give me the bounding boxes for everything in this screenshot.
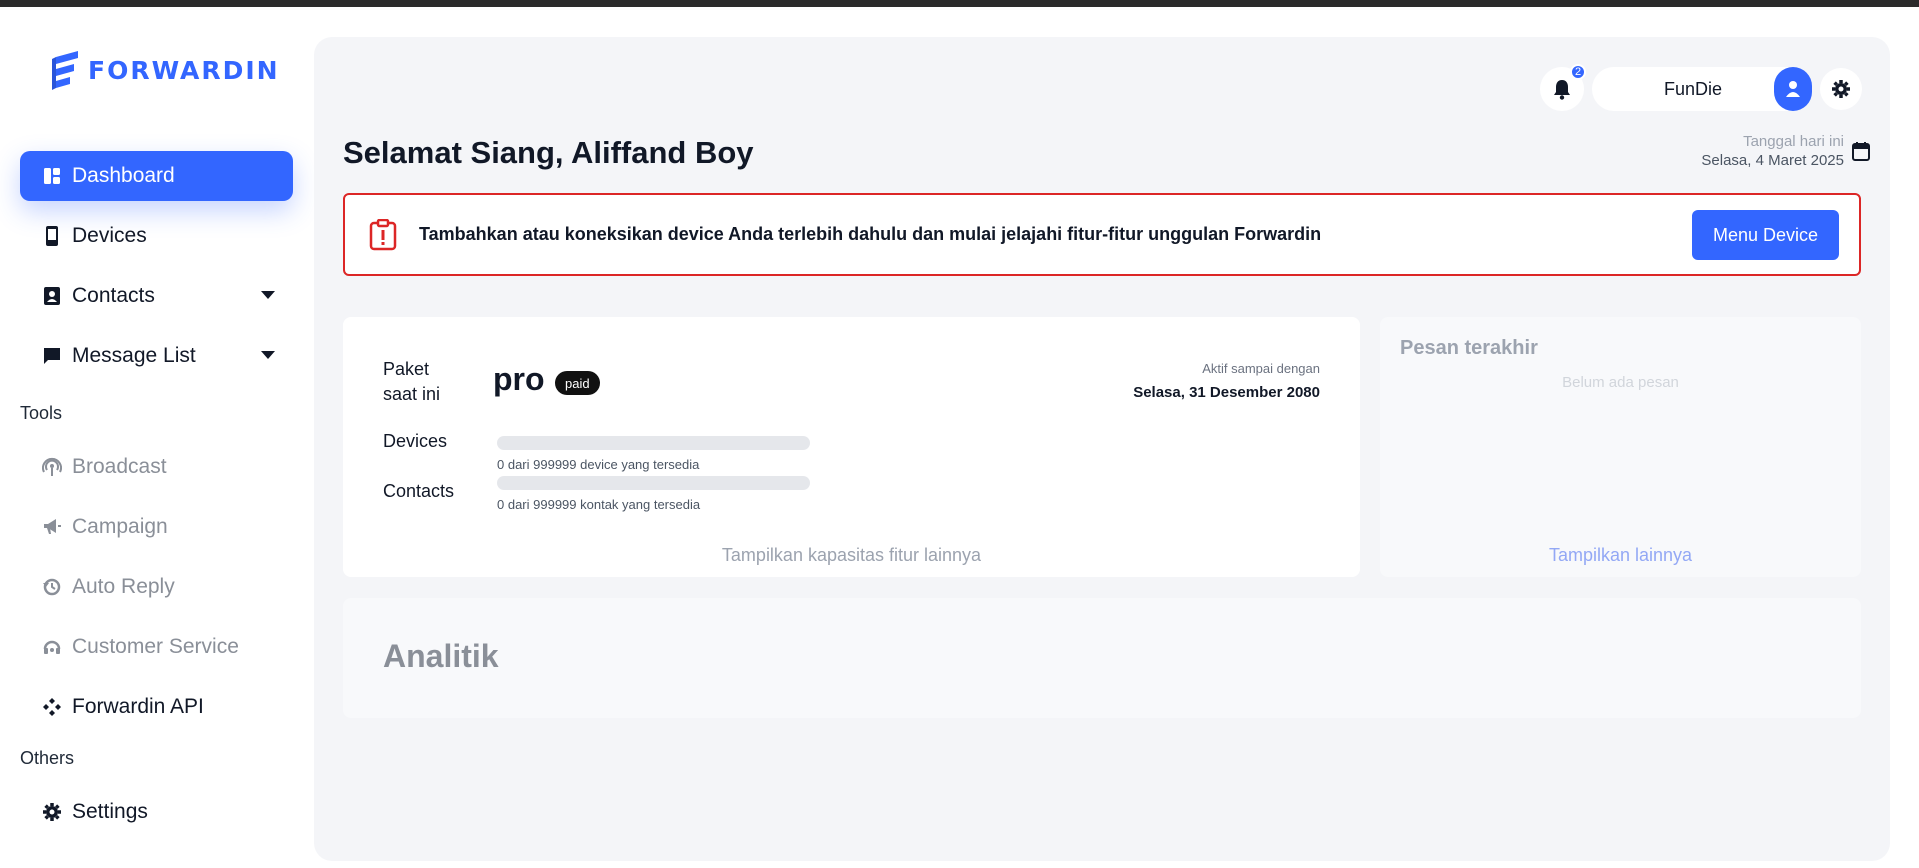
user-menu[interactable]: FunDie: [1592, 67, 1812, 111]
date-display: Tanggal hari ini Selasa, 4 Maret 2025: [1701, 133, 1870, 169]
sidebar-item-label: Customer Service: [72, 635, 239, 658]
contacts-usage-text: 0 dari 999999 kontak yang tersedia: [497, 497, 701, 512]
sidebar-item-dashboard[interactable]: Dashboard: [20, 151, 293, 201]
sidebar-item-label: Devices: [72, 224, 147, 247]
section-label-others: Others: [20, 748, 75, 768]
sidebar-item-devices[interactable]: Devices: [20, 211, 293, 261]
avatar[interactable]: [1774, 67, 1812, 111]
date-value: Selasa, 4 Maret 2025: [1701, 152, 1844, 169]
sidebar-item-contacts[interactable]: Contacts: [20, 271, 293, 321]
sidebar-item-campaign[interactable]: Campaign: [20, 502, 293, 552]
window-top-border: [0, 0, 1919, 7]
bell-icon: [1554, 80, 1570, 100]
main-content: 2 FunDie Selamat Siang, Aliffand Boy Tan…: [314, 37, 1890, 861]
sidebar-item-label: Auto Reply: [72, 575, 175, 598]
megaphone-icon: [42, 517, 62, 537]
show-more-capacity-link[interactable]: Tampilkan kapasitas fitur lainnya: [343, 545, 1360, 566]
sidebar-tools-nav: Broadcast Campaign Auto Reply Customer S…: [20, 442, 293, 742]
api-icon: [42, 697, 62, 717]
recent-messages-card: Pesan terakhir Belum ada pesan Tampilkan…: [1380, 317, 1861, 577]
gear-icon: [1832, 80, 1850, 98]
sidebar-item-message-list[interactable]: Message List: [20, 331, 293, 381]
devices-usage-text: 0 dari 999999 device yang tersedia: [497, 457, 700, 472]
sidebar-item-label: Settings: [72, 800, 148, 823]
active-until-label: Aktif sampai dengan: [1202, 361, 1320, 376]
analytics-card: Analitik: [343, 598, 1861, 718]
contacts-icon: [42, 286, 62, 306]
contacts-usage-label: Contacts: [383, 481, 455, 501]
sidebar-nav: Dashboard Devices Contacts Message List: [20, 151, 293, 391]
user-icon: [1786, 81, 1800, 97]
settings-button[interactable]: [1820, 68, 1862, 110]
notifications-button[interactable]: 2: [1540, 64, 1586, 111]
chevron-down-icon[interactable]: [261, 291, 275, 299]
sidebar-item-label: Contacts: [72, 284, 155, 307]
sidebar-item-label: Forwardin API: [72, 695, 204, 718]
phone-icon: [42, 226, 62, 246]
sidebar-item-settings[interactable]: Settings: [20, 787, 293, 837]
analytics-title: Analitik: [383, 638, 499, 674]
headset-icon: [42, 637, 62, 657]
chevron-down-icon[interactable]: [261, 351, 275, 359]
chat-icon: [42, 346, 62, 366]
calendar-icon[interactable]: [1852, 141, 1870, 161]
app-logo[interactable]: FORWARDIN: [50, 49, 280, 91]
sidebar-item-label: Dashboard: [72, 164, 175, 187]
sidebar-others-nav: Settings: [20, 787, 293, 847]
header-actions: 2 FunDie: [1540, 64, 1862, 111]
sidebar: FORWARDIN Dashboard Devices Contacts Mes…: [0, 7, 312, 868]
empty-messages-text: Belum ada pesan: [1562, 374, 1679, 391]
contacts-usage-bar: [497, 476, 810, 490]
gear-icon: [42, 802, 62, 822]
plan-card: Paket saat ini pro paid Aktif sampai den…: [343, 317, 1360, 577]
sidebar-item-auto-reply[interactable]: Auto Reply: [20, 562, 293, 612]
broadcast-icon: [42, 457, 62, 477]
date-label: Tanggal hari ini: [1743, 133, 1844, 150]
sidebar-item-customer-service[interactable]: Customer Service: [20, 622, 293, 672]
sidebar-item-broadcast[interactable]: Broadcast: [20, 442, 293, 492]
alert-message: Tambahkan atau koneksikan device Anda te…: [419, 224, 1322, 244]
plan-label: Paket saat ini: [383, 359, 441, 404]
active-until-date: Selasa, 31 Desember 2080: [1133, 384, 1320, 401]
alert-clipboard-icon: [369, 218, 397, 250]
dashboard-icon: [42, 166, 62, 186]
sidebar-item-label: Campaign: [72, 515, 168, 538]
alert-banner: Tambahkan atau koneksikan device Anda te…: [343, 193, 1861, 276]
plan-status-badge: paid: [555, 371, 600, 395]
page-title: Selamat Siang, Aliffand Boy: [343, 135, 754, 170]
username: FunDie: [1663, 78, 1723, 99]
sidebar-item-label: Broadcast: [72, 455, 167, 478]
auto-reply-icon: [42, 577, 62, 597]
menu-device-button[interactable]: Menu Device: [1692, 210, 1839, 260]
show-more-messages-link[interactable]: Tampilkan lainnya: [1380, 545, 1861, 566]
sidebar-item-forwardin-api[interactable]: Forwardin API: [20, 682, 293, 732]
plan-name: pro: [493, 361, 545, 397]
devices-usage-label: Devices: [383, 431, 448, 451]
logo-mark-icon: [52, 51, 78, 90]
devices-usage-bar: [497, 436, 810, 450]
notification-count-badge: 2: [1570, 64, 1586, 80]
recent-messages-title: Pesan terakhir: [1400, 337, 1538, 359]
sidebar-item-label: Message List: [72, 344, 196, 367]
logo-text: FORWARDIN: [88, 55, 280, 85]
section-label-tools: Tools: [20, 403, 63, 423]
